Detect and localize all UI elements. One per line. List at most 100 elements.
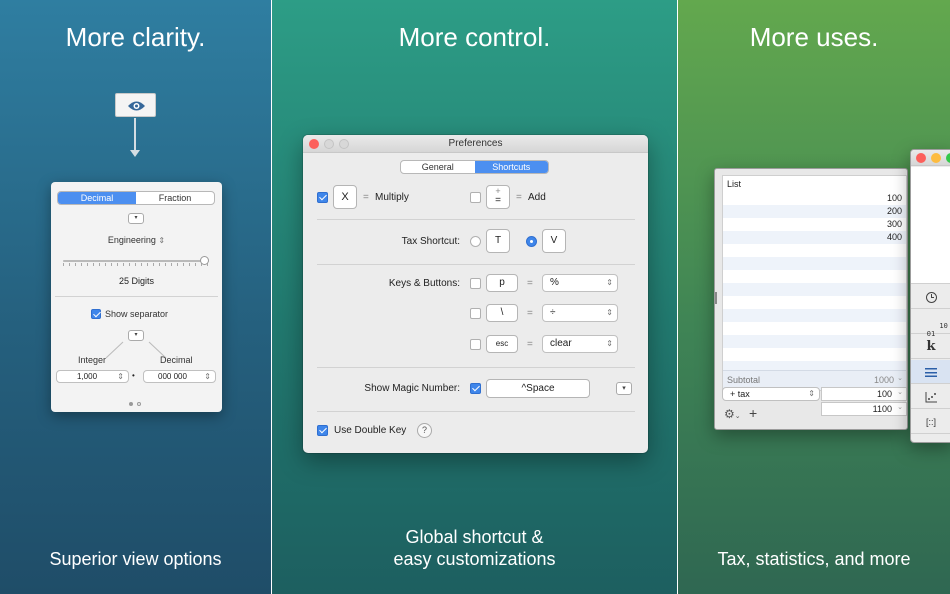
eye-icon xyxy=(128,101,145,111)
key-backslash-field[interactable]: \ xyxy=(486,304,518,322)
multiply-checkbox[interactable] xyxy=(317,192,328,203)
list-item[interactable] xyxy=(723,270,906,283)
close-button[interactable] xyxy=(916,153,926,163)
equals-sign: = xyxy=(516,192,522,203)
digits-slider[interactable] xyxy=(63,256,209,267)
scatter-chart-icon xyxy=(925,391,937,403)
matrix-button[interactable]: [::] xyxy=(911,410,950,434)
list-item[interactable]: 100 xyxy=(723,192,906,205)
slider-ticks xyxy=(63,263,209,266)
list-item[interactable] xyxy=(723,348,906,361)
binary-button[interactable]: 10 01 xyxy=(911,310,950,338)
magic-number-menu-button[interactable]: ▾ xyxy=(616,382,632,395)
history-button[interactable] xyxy=(911,285,950,309)
slider-knob[interactable] xyxy=(200,256,209,265)
add-key-field[interactable]: + = xyxy=(486,185,510,209)
notation-toggle-button[interactable]: ▾ xyxy=(128,213,144,224)
magic-number-checkbox[interactable] xyxy=(470,383,481,394)
calculator-window: 10 01 k [::] xyxy=(910,149,950,443)
tax-t-radio[interactable] xyxy=(470,236,481,247)
list-item[interactable]: 400 xyxy=(723,231,906,244)
list-item[interactable] xyxy=(723,283,906,296)
list-item[interactable] xyxy=(723,296,906,309)
decimal-format-select[interactable]: 000 000 xyxy=(143,370,216,383)
gear-icon[interactable]: ⚙⌄ xyxy=(724,407,741,421)
constant-k-icon: k xyxy=(926,339,936,354)
tab-shortcuts[interactable]: Shortcuts xyxy=(474,161,548,173)
clarity-headline: More clarity. xyxy=(65,22,206,52)
equals-sign: = xyxy=(527,308,533,319)
key-p-action-select[interactable]: % xyxy=(542,274,618,292)
list-item-value: 200 xyxy=(886,206,902,216)
total-field[interactable]: 1100 ⌄ xyxy=(821,402,907,416)
decimal-label: Decimal xyxy=(160,355,193,365)
notation-select[interactable]: Engineering ⇕ xyxy=(51,235,222,245)
tab-decimal[interactable]: Decimal xyxy=(58,192,136,204)
zoom-button[interactable] xyxy=(946,153,950,163)
control-headline: More control. xyxy=(398,22,551,52)
show-separator-checkbox[interactable] xyxy=(91,309,101,319)
list-item[interactable] xyxy=(723,257,906,270)
equals-sign: = xyxy=(527,278,533,289)
list-item[interactable] xyxy=(723,322,906,335)
multiply-key-field[interactable]: X xyxy=(333,185,357,209)
add-row-button[interactable]: + xyxy=(749,405,757,421)
add-key-bottom: = xyxy=(495,195,501,206)
popover-divider xyxy=(55,296,218,297)
eye-button[interactable] xyxy=(115,93,156,117)
statistics-button[interactable] xyxy=(911,385,950,409)
list-item[interactable] xyxy=(723,244,906,257)
keys-buttons-label: Keys & Buttons: xyxy=(388,278,460,289)
tax-value-field[interactable]: 100 ⌄ xyxy=(821,387,907,401)
list-item[interactable] xyxy=(723,335,906,348)
key-p-checkbox[interactable] xyxy=(470,278,481,289)
minimize-button[interactable] xyxy=(931,153,941,163)
minimize-button[interactable] xyxy=(324,139,334,149)
splitter-handle[interactable] xyxy=(715,292,717,304)
use-double-key-checkbox[interactable] xyxy=(317,425,328,436)
use-double-key-label: Use Double Key xyxy=(334,425,407,436)
list-icon xyxy=(925,367,937,377)
constants-button[interactable]: k xyxy=(911,335,950,359)
tab-fraction[interactable]: Fraction xyxy=(136,192,214,204)
show-separator-label: Show separator xyxy=(105,309,169,319)
equals-sign: = xyxy=(527,339,533,350)
close-button[interactable] xyxy=(309,139,319,149)
key-esc-action-select[interactable]: clear xyxy=(542,335,618,353)
list-button[interactable] xyxy=(911,360,950,384)
magic-number-shortcut-field[interactable]: ^Space xyxy=(486,379,590,398)
key-backslash-action-select[interactable]: ÷ xyxy=(542,304,618,322)
page-indicator xyxy=(129,402,145,407)
view-options-popover: Decimal Fraction ▾ Engineering ⇕ 25 Digi… xyxy=(51,182,222,412)
page-dot[interactable] xyxy=(137,402,141,406)
add-label: Add xyxy=(528,192,546,203)
key-backslash-checkbox[interactable] xyxy=(470,308,481,319)
list-item[interactable]: 300 xyxy=(723,218,906,231)
magic-number-label: Show Magic Number: xyxy=(364,383,460,394)
matrix-icon: [::] xyxy=(925,417,936,427)
key-p-field[interactable]: p xyxy=(486,274,518,292)
list-item[interactable] xyxy=(723,309,906,322)
subtotal-label: Subtotal xyxy=(727,375,761,385)
section-divider xyxy=(317,264,635,265)
section-divider xyxy=(317,367,635,368)
tab-general[interactable]: General xyxy=(401,161,475,173)
format-segmented: Decimal Fraction xyxy=(57,191,215,205)
tax-key-t-field[interactable]: T xyxy=(486,229,510,253)
help-button[interactable]: ? xyxy=(417,423,432,438)
list-item[interactable]: 200 xyxy=(723,205,906,218)
key-esc-checkbox[interactable] xyxy=(470,339,481,350)
tax-key-v-field[interactable]: V xyxy=(542,229,566,253)
add-checkbox[interactable] xyxy=(470,192,481,203)
list-item-value: 100 xyxy=(886,193,902,203)
integer-format-select[interactable]: 1,000 xyxy=(56,370,129,383)
tax-select[interactable]: + tax xyxy=(722,387,820,401)
clarity-caption: Superior view options xyxy=(49,549,222,569)
tax-v-radio[interactable] xyxy=(526,236,537,247)
total-chevron-icon: ⌄ xyxy=(897,404,903,411)
control-caption-line1: Global shortcut & xyxy=(405,527,544,547)
panel-uses: More uses. List 100 200 300 400 Subtotal 10… xyxy=(678,0,950,594)
key-esc-field[interactable]: esc xyxy=(486,335,518,353)
zoom-button[interactable] xyxy=(339,139,349,149)
page-dot-active[interactable] xyxy=(129,402,133,406)
